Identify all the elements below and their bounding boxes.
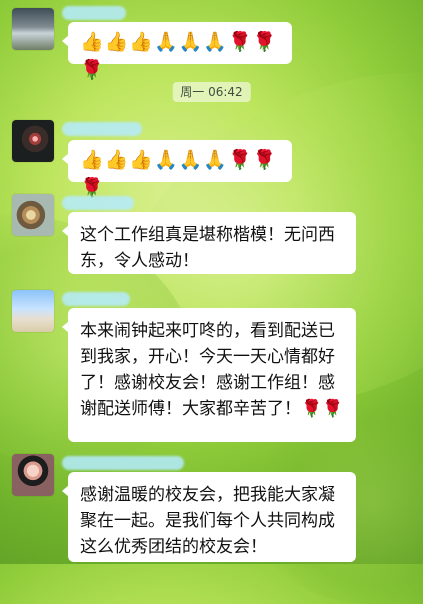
message-bubble[interactable]: 👍👍👍🙏🙏🙏🌹🌹🌹 <box>62 140 292 199</box>
message-bubble[interactable]: 👍👍👍🙏🙏🙏🌹🌹🌹 <box>62 22 292 81</box>
message-row: 👍👍👍🙏🙏🙏🌹🌹🌹 <box>12 6 413 81</box>
message-row: 这个工作组真是堪称楷模！无问西东，令人感动！ <box>12 194 413 274</box>
sender-name <box>62 122 142 136</box>
message-bubble[interactable]: 本来闹钟起来叮咚的，看到配送已到我家，开心！今天一天心情都好了！感谢校友会！感谢… <box>62 308 356 442</box>
chat-timestamp: 周一 06:42 <box>172 82 251 102</box>
avatar[interactable] <box>12 8 54 50</box>
sender-name <box>62 292 130 306</box>
message-bubble[interactable]: 这个工作组真是堪称楷模！无问西东，令人感动！ <box>62 212 356 274</box>
message-row: 感谢温暖的校友会，把我能大家凝聚在一起。是我们每个人共同构成这么优秀团结的校友会… <box>12 454 413 562</box>
message-bubble[interactable]: 感谢温暖的校友会，把我能大家凝聚在一起。是我们每个人共同构成这么优秀团结的校友会… <box>62 472 356 562</box>
sender-name <box>62 6 126 20</box>
sender-name <box>62 196 134 210</box>
message-row: 👍👍👍🙏🙏🙏🌹🌹🌹 <box>12 120 413 199</box>
avatar[interactable] <box>12 290 54 332</box>
avatar[interactable] <box>12 454 54 496</box>
avatar[interactable] <box>12 120 54 162</box>
avatar[interactable] <box>12 194 54 236</box>
message-row: 本来闹钟起来叮咚的，看到配送已到我家，开心！今天一天心情都好了！感谢校友会！感谢… <box>12 290 413 444</box>
sender-name <box>62 456 184 470</box>
